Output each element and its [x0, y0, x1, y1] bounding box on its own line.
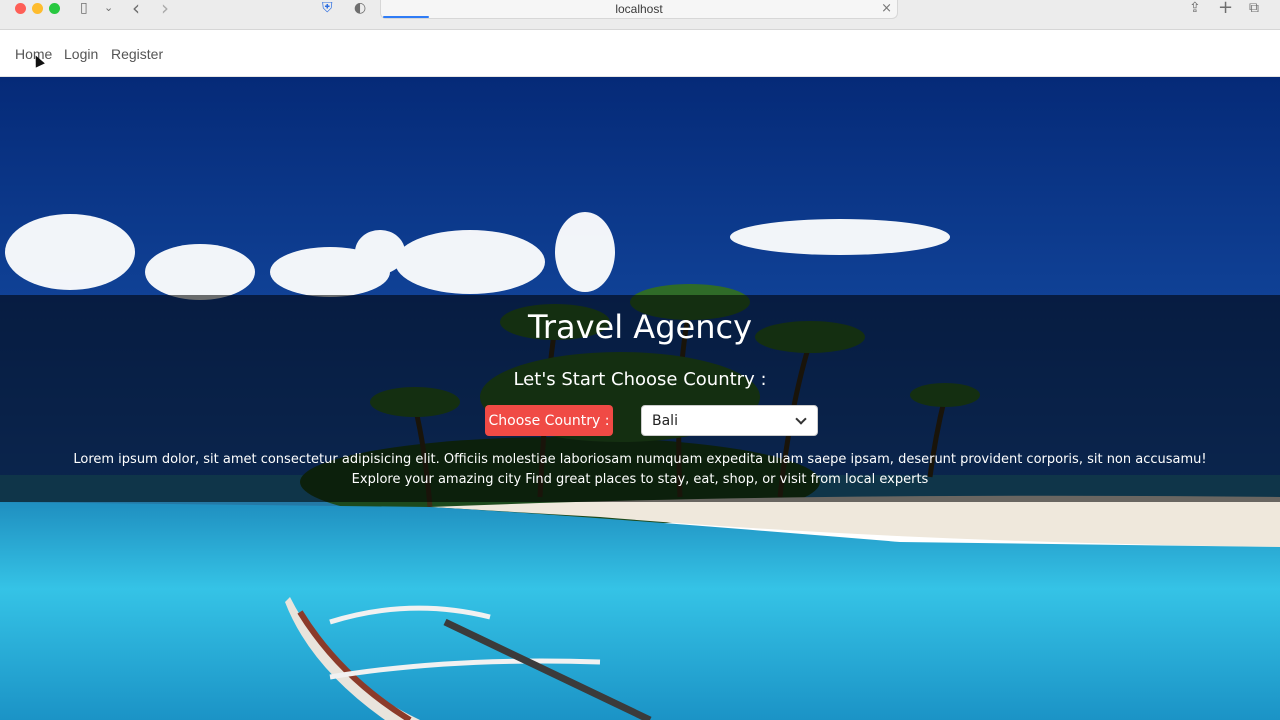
site-navbar: Home Login Register	[0, 30, 1280, 77]
chevron-down-icon[interactable]: ⌄	[104, 0, 113, 16]
close-icon[interactable]: ×	[881, 1, 892, 16]
url-text: localhost	[615, 2, 663, 16]
nav-link-register[interactable]: Register	[111, 46, 163, 62]
chevron-down-icon	[795, 413, 807, 425]
shield-icon[interactable]: ⛨	[322, 0, 333, 16]
hero-tagline: Explore your amazing city Find great pla…	[351, 472, 929, 487]
browser-toolbar: ▯ ⌄ ‹ › ⛨ ◐ localhost × ⇪ + ⧉	[0, 0, 1280, 30]
tab-overview-icon[interactable]: ⧉	[1249, 0, 1259, 16]
choose-country-button[interactable]: Choose Country :	[485, 405, 613, 436]
close-window-button[interactable]	[15, 3, 26, 14]
page-load-progress	[383, 16, 430, 18]
hero-subtitle: Let's Start Choose Country :	[513, 369, 767, 390]
hero-section: Travel Agency Let's Start Choose Country…	[0, 77, 1280, 720]
hero-description: Lorem ipsum dolor, sit amet consectetur …	[73, 452, 1207, 467]
back-icon[interactable]: ‹	[132, 0, 140, 18]
privacy-icon[interactable]: ◐	[354, 0, 366, 16]
page-title: Travel Agency	[528, 308, 752, 346]
sidebar-icon[interactable]: ▯	[80, 0, 88, 16]
maximize-window-button[interactable]	[49, 3, 60, 14]
address-bar[interactable]: localhost ×	[380, 0, 898, 19]
forward-icon[interactable]: ›	[161, 0, 169, 18]
new-tab-icon[interactable]: +	[1218, 0, 1233, 17]
share-icon[interactable]: ⇪	[1189, 0, 1201, 16]
country-select[interactable]: Bali	[641, 405, 818, 436]
minimize-window-button[interactable]	[32, 3, 43, 14]
nav-link-login[interactable]: Login	[64, 46, 98, 62]
selected-country: Bali	[652, 413, 678, 429]
